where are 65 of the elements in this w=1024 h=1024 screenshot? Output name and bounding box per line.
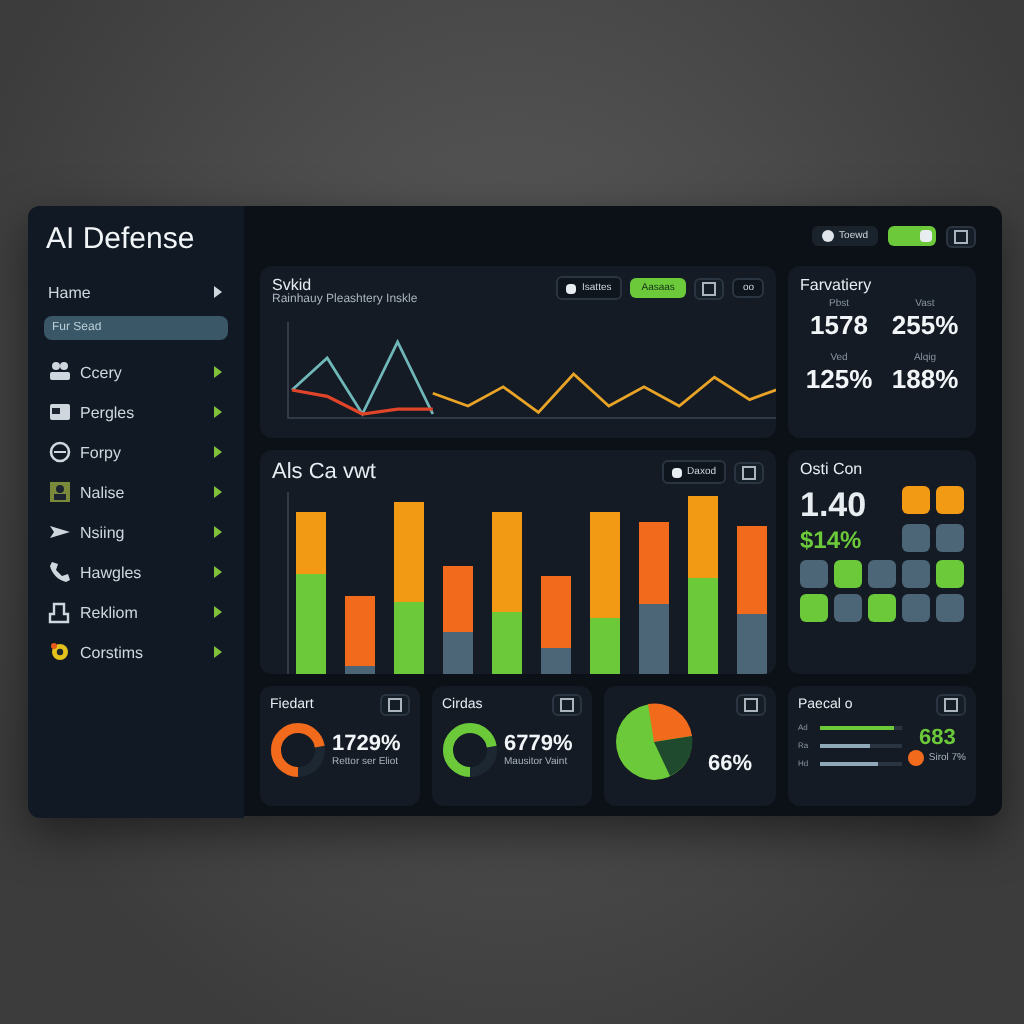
card-value: 683 bbox=[919, 725, 956, 749]
phone-icon bbox=[48, 560, 72, 584]
arrow-icon bbox=[212, 604, 224, 620]
window-button[interactable] bbox=[946, 225, 976, 247]
card-value: 66% bbox=[708, 752, 753, 776]
window-icon bbox=[702, 281, 717, 295]
bar-segment bbox=[688, 496, 718, 578]
bar-segment bbox=[394, 602, 424, 674]
person-icon bbox=[48, 480, 72, 504]
window-icon bbox=[560, 698, 574, 712]
dot-icon bbox=[821, 230, 834, 242]
building-icon bbox=[48, 600, 72, 624]
window-button[interactable] bbox=[552, 694, 582, 716]
toggle-switch[interactable] bbox=[888, 226, 936, 246]
window-icon bbox=[742, 465, 756, 479]
window-button[interactable] bbox=[736, 694, 766, 716]
bar-segment bbox=[639, 604, 669, 674]
window-button[interactable] bbox=[936, 694, 966, 716]
panel-title: Farvatiery bbox=[800, 276, 874, 294]
nav-item[interactable]: Ccery bbox=[40, 356, 232, 388]
arrow-icon bbox=[212, 444, 224, 460]
stat-value: 188% bbox=[889, 364, 961, 394]
pie-chart-drawing bbox=[614, 702, 694, 782]
plane-icon bbox=[48, 520, 72, 544]
card-icon bbox=[48, 400, 72, 424]
bar-segment bbox=[688, 578, 718, 674]
globe-icon bbox=[48, 440, 72, 464]
window-button[interactable] bbox=[380, 694, 410, 716]
arrow-icon bbox=[212, 484, 224, 500]
window-icon bbox=[388, 698, 402, 712]
people-icon bbox=[48, 360, 72, 384]
stat-value: 1578 bbox=[808, 310, 870, 340]
card-value: 6779% bbox=[504, 732, 573, 756]
dot-icon bbox=[908, 749, 925, 765]
card-value: 1729% bbox=[332, 732, 401, 756]
window-icon bbox=[944, 698, 958, 712]
arrow-icon bbox=[212, 644, 224, 660]
panel-title: Svkid bbox=[272, 276, 312, 294]
gear-icon bbox=[48, 640, 72, 664]
app-title: AI Defense bbox=[46, 222, 197, 256]
stat-value: 255% bbox=[889, 310, 961, 340]
nav-item[interactable]: Forpy bbox=[40, 436, 232, 468]
nav-item[interactable]: Nsiing bbox=[40, 516, 232, 548]
nav-item[interactable]: Corstims bbox=[40, 636, 232, 668]
bar-segment bbox=[639, 522, 669, 604]
stat-value: 125% bbox=[803, 364, 875, 394]
nav-item[interactable]: Rekliom bbox=[40, 596, 232, 628]
bar-segment bbox=[394, 502, 424, 602]
arrow-icon bbox=[212, 524, 224, 540]
window-icon bbox=[954, 229, 968, 243]
nav-item[interactable]: Hame bbox=[40, 276, 232, 308]
arrow-icon bbox=[212, 364, 224, 380]
nav-item[interactable]: Pergles bbox=[40, 396, 232, 428]
nav-item[interactable]: Hawgles bbox=[40, 556, 232, 588]
window-button[interactable] bbox=[694, 277, 725, 299]
window-button[interactable] bbox=[734, 461, 764, 483]
arrow-icon bbox=[212, 564, 224, 580]
nav-item[interactable]: Nalise bbox=[40, 476, 232, 508]
arrow-icon bbox=[212, 284, 224, 300]
metric-change: $14% bbox=[800, 526, 864, 554]
window-icon bbox=[744, 698, 758, 712]
panel-title: Als Ca vwt bbox=[272, 460, 376, 484]
panel-title: Osti Con bbox=[800, 460, 865, 478]
metric-value: 1.40 bbox=[800, 486, 867, 526]
arrow-icon bbox=[212, 404, 224, 420]
